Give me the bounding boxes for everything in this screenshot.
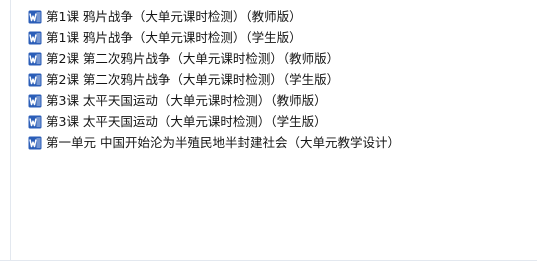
word-doc-icon	[28, 31, 42, 44]
word-doc-icon	[28, 52, 42, 65]
file-name: 第1课 鸦片战争（大单元课时检测）（学生版）	[46, 30, 302, 45]
word-doc-icon	[28, 115, 42, 128]
file-row[interactable]: 第2课 第二次鸦片战争（大单元课时检测）（教师版）	[28, 48, 528, 69]
file-list: 第1课 鸦片战争（大单元课时检测）（教师版） 第1课 鸦片战争（大单元课时检测）…	[28, 6, 528, 153]
word-doc-icon	[28, 136, 42, 149]
file-row[interactable]: 第3课 太平天国运动（大单元课时检测）（教师版）	[28, 90, 528, 111]
file-row[interactable]: 第1课 鸦片战争（大单元课时检测）（教师版）	[28, 6, 528, 27]
file-name: 第1课 鸦片战争（大单元课时检测）（教师版）	[46, 9, 302, 24]
file-name: 第3课 太平天国运动（大单元课时检测）（学生版）	[46, 114, 327, 129]
file-row[interactable]: 第一单元 中国开始沦为半殖民地半封建社会（大单元教学设计）	[28, 132, 528, 153]
file-name: 第一单元 中国开始沦为半殖民地半封建社会（大单元教学设计）	[46, 135, 400, 150]
file-name: 第2课 第二次鸦片战争（大单元课时检测）（学生版）	[46, 72, 340, 87]
file-row[interactable]: 第1课 鸦片战争（大单元课时检测）（学生版）	[28, 27, 528, 48]
file-name: 第2课 第二次鸦片战争（大单元课时检测）（教师版）	[46, 51, 340, 66]
word-doc-icon	[28, 10, 42, 23]
left-divider	[10, 0, 11, 261]
word-doc-icon	[28, 94, 42, 107]
word-doc-icon	[28, 73, 42, 86]
file-row[interactable]: 第2课 第二次鸦片战争（大单元课时检测）（学生版）	[28, 69, 528, 90]
file-name: 第3课 太平天国运动（大单元课时检测）（教师版）	[46, 93, 327, 108]
file-row[interactable]: 第3课 太平天国运动（大单元课时检测）（学生版）	[28, 111, 528, 132]
